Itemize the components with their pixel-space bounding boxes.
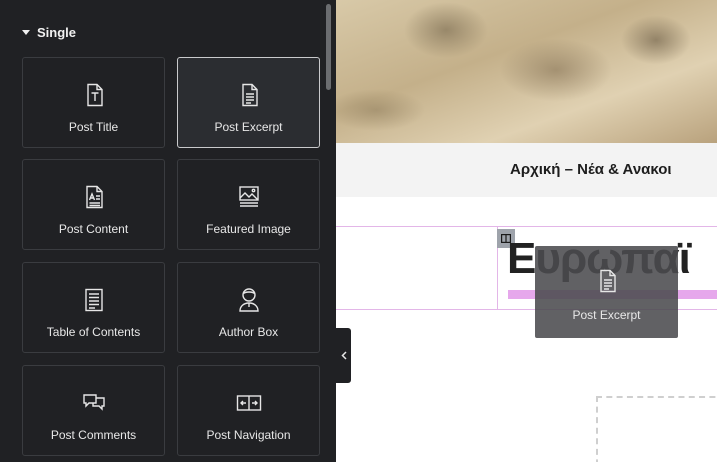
widget-post-title[interactable]: Post Title xyxy=(22,57,165,148)
author-box-icon xyxy=(236,287,262,313)
widget-label: Post Excerpt xyxy=(214,120,283,134)
widget-label: Post Title xyxy=(68,120,119,134)
post-navigation-icon xyxy=(236,390,262,416)
featured-image-icon xyxy=(236,184,262,210)
empty-drop-area[interactable] xyxy=(596,396,717,462)
chevron-left-icon xyxy=(340,347,347,365)
post-title-icon xyxy=(81,82,107,108)
widgets-panel: Single Post Title Post Excerpt Post Cont… xyxy=(0,0,336,462)
widget-post-comments[interactable]: Post Comments xyxy=(22,365,165,456)
widget-label: Post Content xyxy=(58,222,129,236)
panel-scrollbar[interactable] xyxy=(326,4,331,90)
widget-label: Author Box xyxy=(218,325,279,339)
widget-table-of-contents[interactable]: Table of Contents xyxy=(22,262,165,353)
widget-featured-image[interactable]: Featured Image xyxy=(177,159,320,250)
post-comments-icon xyxy=(81,390,107,416)
drag-ghost-post-excerpt[interactable]: Post Excerpt xyxy=(535,246,678,338)
table-of-contents-icon xyxy=(81,287,107,313)
breadcrumb: Αρχική – Νέα & Ανακοι xyxy=(336,143,717,197)
post-excerpt-icon xyxy=(595,268,619,294)
widget-label: Featured Image xyxy=(206,222,291,236)
widget-label: Post Navigation xyxy=(206,428,291,442)
post-content-icon xyxy=(81,184,107,210)
widget-post-navigation[interactable]: Post Navigation xyxy=(177,365,320,456)
widget-label: Post Comments xyxy=(50,428,137,442)
hero-image xyxy=(336,0,717,143)
breadcrumb-text: Αρχική – Νέα & Ανακοι xyxy=(510,161,672,178)
post-excerpt-icon xyxy=(236,82,262,108)
drag-ghost-label: Post Excerpt xyxy=(572,308,641,322)
widget-post-excerpt[interactable]: Post Excerpt xyxy=(177,57,320,148)
widget-author-box[interactable]: Author Box xyxy=(177,262,320,353)
widget-label: Table of Contents xyxy=(46,325,141,339)
section-toggle-single[interactable]: Single xyxy=(22,22,76,42)
widget-post-content[interactable]: Post Content xyxy=(22,159,165,250)
section-title: Single xyxy=(37,24,77,40)
collapse-panel-button[interactable] xyxy=(336,328,351,383)
caret-down-icon xyxy=(22,29,30,35)
